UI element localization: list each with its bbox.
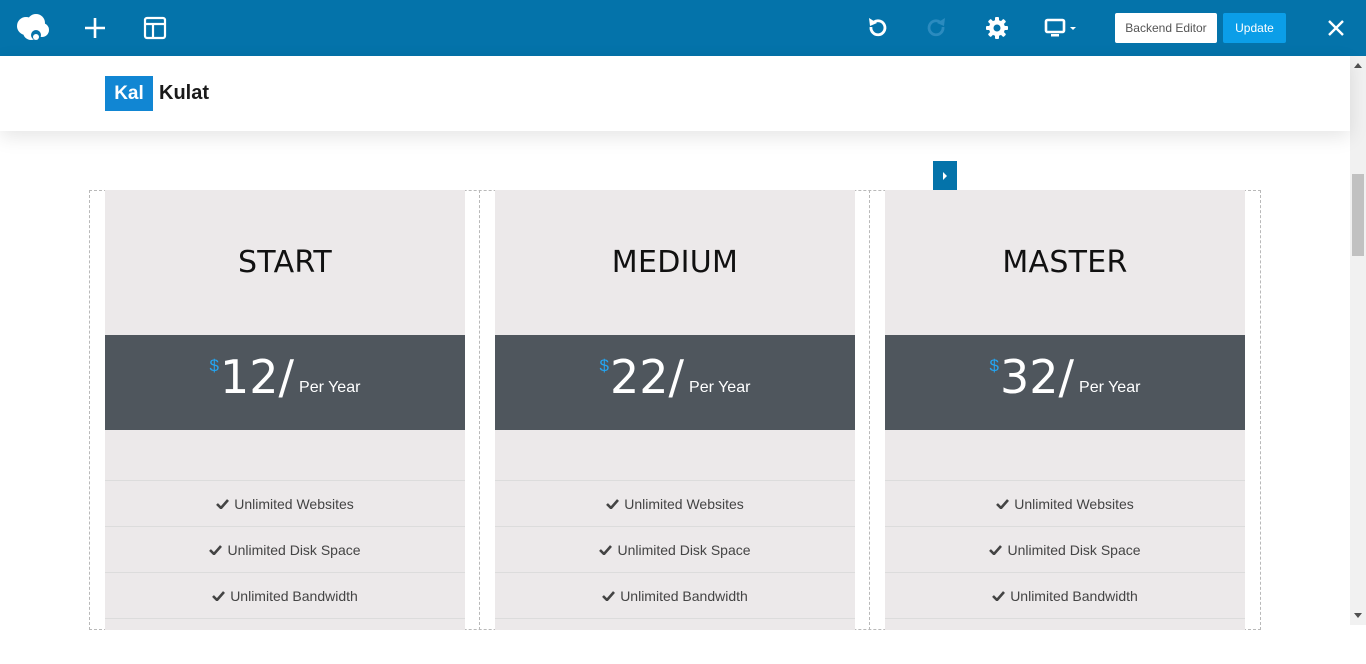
plan-price: $ 12/ Per Year — [105, 352, 465, 402]
scroll-up-arrow-icon[interactable] — [1350, 58, 1366, 72]
undo-icon[interactable] — [862, 0, 892, 56]
update-button[interactable]: Update — [1223, 13, 1286, 43]
feature-list: Unlimited Websites Unlimited Disk Space … — [105, 480, 465, 664]
scroll-down-arrow-icon[interactable] — [1350, 609, 1366, 623]
logo-text: Kulat — [159, 82, 209, 104]
feature-label: Unlimited Bandwidth — [1010, 587, 1138, 604]
check-icon — [996, 498, 1010, 509]
pricing-card-start[interactable]: START $ 12/ Per Year Unlimited Websites … — [105, 190, 465, 630]
plan-title: MASTER — [1002, 245, 1128, 280]
site-header: Kal Kulat — [0, 56, 1350, 131]
plan-price: $ 32/ Per Year — [885, 352, 1245, 402]
feature-label: Unlimited Disk Space — [617, 541, 751, 558]
desktop-icon[interactable] — [1040, 0, 1080, 56]
chevron-down-icon — [1070, 27, 1076, 30]
feature-label: Unlimited Websites — [624, 495, 744, 512]
price-amount: 22/ — [610, 350, 685, 404]
price-band: $ 22/ Per Year — [495, 335, 855, 430]
feature-item: Unlimited Bandwidth — [105, 572, 465, 618]
currency-symbol: $ — [209, 356, 220, 375]
price-amount: 12/ — [220, 350, 295, 404]
feature-label: Unlimited Websites — [234, 495, 354, 512]
site-logo[interactable]: Kal Kulat — [105, 76, 209, 111]
check-icon — [212, 590, 226, 601]
check-icon — [209, 544, 223, 555]
column-divider — [869, 190, 870, 630]
feature-item: Unlimited Websites — [105, 480, 465, 526]
price-period: Per Year — [1079, 379, 1141, 396]
plan-title: START — [237, 245, 333, 280]
check-icon — [602, 590, 616, 601]
currency-symbol: $ — [989, 356, 1000, 375]
price-band: $ 32/ Per Year — [885, 335, 1245, 430]
row-toggle-handle[interactable] — [933, 161, 957, 190]
check-icon — [216, 498, 230, 509]
pricing-card-master[interactable]: MASTER $ 32/ Per Year Unlimited Websites… — [885, 190, 1245, 630]
check-icon — [606, 498, 620, 509]
check-icon — [989, 544, 1003, 555]
scrollbar-thumb[interactable] — [1352, 174, 1364, 256]
feature-label: Unlimited Websites — [1014, 495, 1134, 512]
redo-icon — [922, 0, 952, 56]
currency-symbol: $ — [599, 356, 610, 375]
plus-icon[interactable] — [80, 0, 110, 56]
price-period: Per Year — [689, 379, 751, 396]
feature-list: Unlimited Websites Unlimited Disk Space … — [885, 480, 1245, 664]
feature-label: Unlimited Disk Space — [1007, 541, 1141, 558]
editor-toolbar: Backend Editor Update — [0, 0, 1366, 56]
caret-right-icon — [943, 171, 947, 180]
cloud-logo-icon[interactable] — [12, 0, 54, 56]
feature-label: Unlimited Disk Space — [227, 541, 361, 558]
pricing-card-medium[interactable]: MEDIUM $ 22/ Per Year Unlimited Websites… — [495, 190, 855, 630]
feature-label: Unlimited Bandwidth — [620, 587, 748, 604]
feature-item: Unlimited Disk Space — [105, 526, 465, 572]
feature-item: Unlimited Disk Space — [885, 526, 1245, 572]
feature-item: Unlimited Bandwidth — [495, 572, 855, 618]
vertical-scrollbar[interactable] — [1350, 56, 1366, 625]
feature-list: Unlimited Websites Unlimited Disk Space … — [495, 480, 855, 664]
price-amount: 32/ — [1000, 350, 1075, 404]
gear-icon[interactable] — [982, 0, 1012, 56]
feature-item: Unlimited Disk Space — [495, 526, 855, 572]
feature-item: Unlimited Websites — [885, 480, 1245, 526]
check-icon — [992, 590, 1006, 601]
close-icon[interactable] — [1322, 0, 1350, 56]
feature-item: Unlimited Websites — [495, 480, 855, 526]
price-band: $ 12/ Per Year — [105, 335, 465, 430]
logo-mark: Kal — [105, 76, 153, 111]
check-icon — [599, 544, 613, 555]
plan-title: MEDIUM — [611, 245, 739, 280]
backend-editor-button[interactable]: Backend Editor — [1115, 13, 1217, 43]
plan-price: $ 22/ Per Year — [495, 352, 855, 402]
feature-label: Unlimited Bandwidth — [230, 587, 358, 604]
column-divider — [479, 190, 480, 630]
layout-icon[interactable] — [141, 0, 169, 56]
price-period: Per Year — [299, 379, 361, 396]
feature-item: Unlimited Bandwidth — [885, 572, 1245, 618]
